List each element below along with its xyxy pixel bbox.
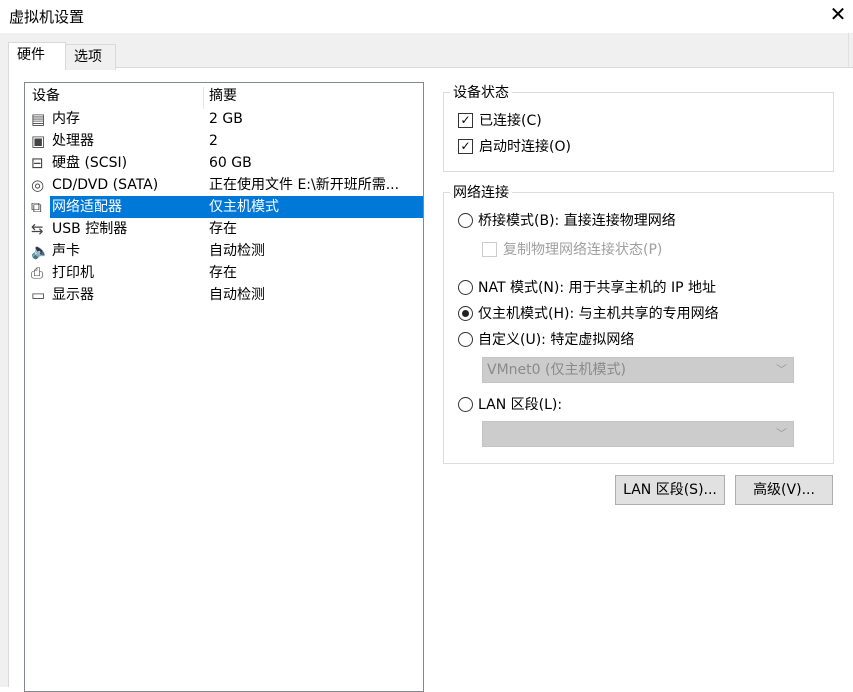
- device-row[interactable]: ▭ 显示器 自动检测: [25, 284, 423, 306]
- usb-icon: ⇆: [31, 220, 44, 238]
- device-summary: 仅主机模式: [209, 199, 279, 215]
- device-summary: 自动检测: [209, 243, 265, 259]
- device-name: USB 控制器: [52, 221, 128, 237]
- chevron-down-icon: ﹀: [776, 427, 787, 440]
- lan-segment-select[interactable]: ﹀: [482, 421, 794, 447]
- custom-network-value: VMnet0 (仅主机模式): [487, 362, 626, 378]
- checkmark-icon: ✓: [458, 138, 473, 154]
- checkmark-icon: ✓: [458, 112, 473, 128]
- monitor-icon: ▭: [31, 286, 46, 304]
- cpu-icon: ▣: [31, 132, 46, 150]
- lan-segment-radio[interactable]: LAN 区段(L):: [458, 394, 562, 414]
- device-summary: 60 GB: [209, 155, 252, 171]
- custom-label: 自定义(U): 特定虚拟网络: [478, 332, 635, 348]
- tab-options[interactable]: 选项: [65, 44, 116, 70]
- device-summary: 2: [209, 133, 218, 149]
- network-adapter-icon: ⧉: [31, 198, 42, 216]
- replicate-state-checkbox[interactable]: 复制物理网络连接状态(P): [482, 239, 662, 259]
- nat-radio[interactable]: NAT 模式(N): 用于共享主机的 IP 地址: [458, 277, 716, 297]
- radio-circle: [458, 305, 473, 321]
- device-row[interactable]: ▣ 处理器 2: [25, 130, 423, 152]
- header-device[interactable]: 设备: [32, 85, 60, 107]
- radio-circle: [458, 331, 473, 347]
- lan-segments-button[interactable]: LAN 区段(S)...: [615, 475, 725, 505]
- cd-dvd-icon: ◎: [31, 176, 45, 194]
- connect-at-power-on-label: 启动时连接(O): [479, 139, 571, 155]
- advanced-button[interactable]: 高级(V)...: [735, 475, 833, 505]
- connected-checkbox[interactable]: ✓ 已连接(C): [458, 110, 542, 130]
- list-header: 设备 摘要: [25, 85, 423, 109]
- replicate-state-label: 复制物理网络连接状态(P): [503, 242, 663, 258]
- header-summary[interactable]: 摘要: [209, 85, 237, 107]
- network-connection-title: 网络连接: [453, 185, 509, 201]
- device-name: 显示器: [52, 287, 94, 303]
- device-status-title: 设备状态: [453, 85, 509, 101]
- device-name: 内存: [52, 111, 80, 127]
- device-list[interactable]: 设备 摘要 ▤ 内存 2 GB ▣ 处理器 2 ⊟ 硬盘 (SCSI) 60 GB ◎ CD/DVD…: [24, 82, 424, 692]
- bridged-radio[interactable]: 桥接模式(B): 直接连接物理网络: [458, 210, 676, 230]
- column-separator[interactable]: [203, 87, 204, 109]
- printer-icon: ⎙: [31, 264, 44, 282]
- nat-label: NAT 模式(N): 用于共享主机的 IP 地址: [478, 280, 716, 296]
- device-row[interactable]: 🔈 声卡 自动检测: [25, 240, 423, 262]
- bridged-label: 桥接模式(B): 直接连接物理网络: [478, 213, 676, 229]
- custom-network-select[interactable]: VMnet0 (仅主机模式) ﹀: [482, 357, 794, 383]
- device-row[interactable]: ⇆ USB 控制器 存在: [25, 218, 423, 240]
- close-icon[interactable]: ✕: [826, 2, 850, 26]
- device-summary: 2 GB: [209, 111, 243, 127]
- speaker-icon: 🔈: [31, 242, 50, 260]
- device-name: 声卡: [52, 243, 80, 259]
- device-row[interactable]: ▤ 内存 2 GB: [25, 108, 423, 130]
- radio-circle: [458, 396, 473, 412]
- device-row[interactable]: ◎ CD/DVD (SATA) 正在使用文件 E:\新开班所需...: [25, 174, 423, 196]
- radio-circle: [458, 279, 473, 295]
- device-summary: 自动检测: [209, 287, 265, 303]
- host-only-label: 仅主机模式(H): 与主机共享的专用网络: [478, 306, 719, 322]
- device-name: CD/DVD (SATA): [52, 177, 159, 193]
- host-only-radio[interactable]: 仅主机模式(H): 与主机共享的专用网络: [458, 303, 719, 323]
- device-summary: 正在使用文件 E:\新开班所需...: [209, 177, 400, 193]
- window-title: 虚拟机设置: [9, 8, 85, 26]
- device-row[interactable]: ⊟ 硬盘 (SCSI) 60 GB: [25, 152, 423, 174]
- hard-disk-icon: ⊟: [31, 154, 44, 172]
- connected-label: 已连接(C): [479, 113, 542, 129]
- device-name: 硬盘 (SCSI): [52, 155, 128, 171]
- device-name: 处理器: [52, 133, 94, 149]
- device-row[interactable]: ⎙ 打印机 存在: [25, 262, 423, 284]
- checkbox-box: [482, 241, 497, 257]
- device-summary: 存在: [209, 265, 237, 281]
- tab-hardware[interactable]: 硬件: [8, 42, 66, 69]
- custom-radio[interactable]: 自定义(U): 特定虚拟网络: [458, 329, 634, 349]
- device-name: 打印机: [52, 265, 94, 281]
- connect-at-power-on-checkbox[interactable]: ✓ 启动时连接(O): [458, 136, 571, 156]
- chevron-down-icon: ﹀: [776, 363, 787, 376]
- device-summary: 存在: [209, 221, 237, 237]
- title-bar: 虚拟机设置 ✕: [0, 0, 853, 33]
- radio-circle: [458, 212, 473, 228]
- lan-segment-label: LAN 区段(L):: [478, 397, 563, 413]
- memory-icon: ▤: [31, 110, 46, 128]
- device-row[interactable]: ⧉ 网络适配器 仅主机模式: [25, 196, 423, 218]
